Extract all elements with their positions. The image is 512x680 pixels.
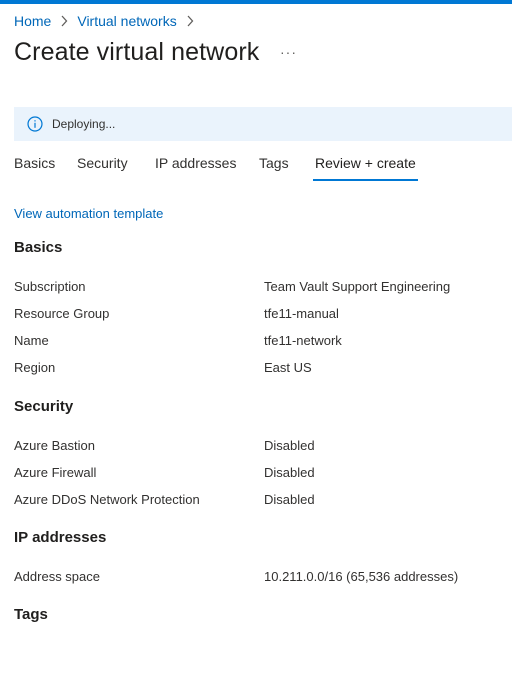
breadcrumb-virtual-networks-link[interactable]: Virtual networks (77, 13, 176, 29)
top-accent-bar (0, 0, 512, 4)
region-label: Region (14, 360, 56, 375)
azure-bastion-value: Disabled (264, 438, 315, 453)
azure-firewall-label: Azure Firewall (14, 465, 97, 480)
banner-text: Deploying... (52, 117, 116, 131)
tab-tags[interactable]: Tags (259, 155, 289, 171)
name-value: tfe11-network (264, 333, 342, 348)
chevron-right-icon (60, 15, 68, 27)
breadcrumb-home-link[interactable]: Home (14, 13, 51, 29)
address-space-label: Address space (14, 569, 100, 584)
subscription-label: Subscription (14, 279, 86, 294)
ellipsis-icon[interactable]: ··· (280, 44, 297, 60)
page-title: Create virtual network (14, 38, 260, 66)
resource-group-value: tfe11-manual (264, 306, 339, 321)
name-label: Name (14, 333, 49, 348)
view-automation-template-link[interactable]: View automation template (14, 206, 163, 221)
info-icon (27, 116, 43, 132)
tab-review-create[interactable]: Review + create (315, 155, 416, 171)
breadcrumb: Home Virtual networks (14, 13, 203, 29)
tab-security[interactable]: Security (77, 155, 128, 171)
region-value: East US (264, 360, 312, 375)
address-space-value: 10.211.0.0/16 (65,536 addresses) (264, 569, 459, 584)
tab-basics[interactable]: Basics (14, 155, 55, 171)
ddos-protection-value: Disabled (264, 492, 315, 507)
chevron-right-icon (186, 15, 194, 27)
ddos-protection-label: Azure DDoS Network Protection (14, 492, 200, 507)
azure-bastion-label: Azure Bastion (14, 438, 95, 453)
section-title-ip-addresses: IP addresses (14, 529, 107, 546)
active-tab-indicator (313, 179, 418, 181)
section-title-tags: Tags (14, 606, 48, 623)
subscription-value: Team Vault Support Engineering (264, 279, 451, 294)
azure-firewall-value: Disabled (264, 465, 315, 480)
deploying-status-banner: Deploying... (14, 107, 512, 141)
section-title-security: Security (14, 398, 74, 415)
resource-group-label: Resource Group (14, 306, 110, 321)
section-title-basics: Basics (14, 239, 63, 256)
tab-ip-addresses[interactable]: IP addresses (155, 155, 236, 171)
